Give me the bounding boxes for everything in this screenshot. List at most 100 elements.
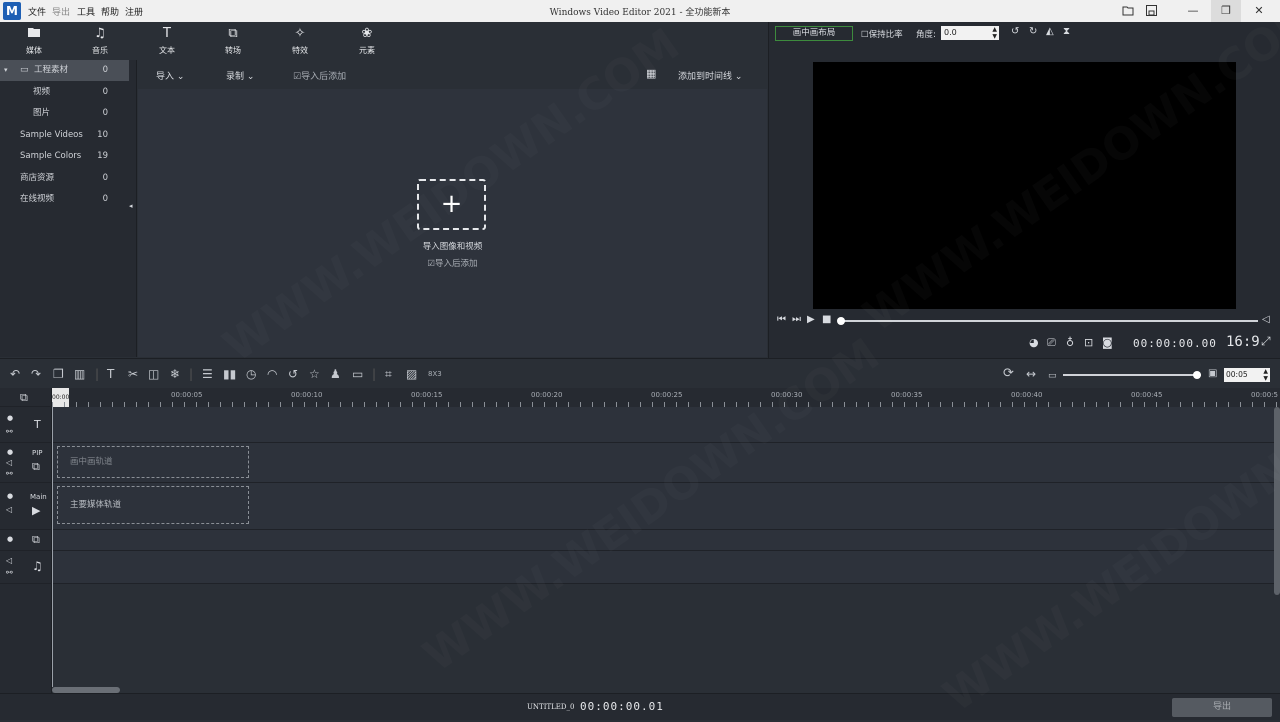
expand-arrow-icon[interactable]: ▾	[4, 60, 8, 81]
crop-icon[interactable]: ⌗	[385, 367, 392, 381]
main-track-placeholder[interactable]: 主要媒体轨道	[57, 486, 249, 524]
cut-icon[interactable]: ✂	[128, 367, 138, 381]
speaker-icon[interactable]: ◁	[6, 458, 12, 467]
speed-icon[interactable]: ◠	[267, 367, 277, 381]
undo-icon[interactable]: ↶	[10, 367, 20, 381]
tool-text[interactable]: T 文本	[145, 26, 189, 56]
tool-transition[interactable]: ⧉ 转场	[211, 26, 255, 56]
zoom-slider[interactable]	[1063, 371, 1201, 379]
step-forward-icon[interactable]: ⏭	[792, 314, 801, 325]
volume-icon[interactable]: ◁	[1262, 314, 1270, 325]
split-icon[interactable]: ◫	[148, 367, 159, 381]
tree-item-sample-videos[interactable]: Sample Videos 10	[0, 125, 129, 146]
eye-icon[interactable]: ●	[7, 535, 13, 543]
text-track[interactable]	[52, 407, 1274, 443]
vertical-scrollbar[interactable]	[1274, 407, 1280, 595]
delete-icon[interactable]: ▥	[74, 367, 85, 381]
speed-label[interactable]: 8X3	[428, 370, 442, 378]
save-icon[interactable]	[1136, 0, 1166, 22]
collapse-panel-icon[interactable]: ◂	[129, 202, 133, 210]
person-icon[interactable]: ♟	[330, 367, 341, 381]
overlay-track[interactable]	[52, 530, 1274, 551]
pip-layout-button[interactable]: 画中画布局	[775, 26, 853, 41]
tool-effects[interactable]: ✧ 特效	[278, 26, 322, 56]
menu-register[interactable]: 注册	[125, 5, 143, 18]
snapshot-icon[interactable]: ◙	[1102, 336, 1113, 349]
tree-item-project-media[interactable]: ▾ ▭ 工程素材 0	[0, 60, 129, 81]
add-to-timeline-dropdown[interactable]: 添加到时间线 ⌄	[678, 69, 742, 82]
star-icon[interactable]: ☆	[309, 367, 320, 381]
flip-vertical-icon[interactable]: ⧗	[1063, 26, 1070, 37]
mosaic-icon[interactable]: ▨	[406, 367, 417, 381]
grid-view-icon[interactable]: ▦	[646, 67, 656, 80]
rotate-right-icon[interactable]: ↻	[1029, 26, 1037, 37]
eye-icon[interactable]: ●	[7, 492, 13, 500]
add-after-import-checkbox-2[interactable]: ☑导入后添加	[138, 257, 767, 269]
screen-capture-icon[interactable]: ⊡	[1084, 336, 1093, 349]
tool-elements[interactable]: ❀ 元素	[345, 26, 389, 56]
close-icon[interactable]: ✕	[1244, 0, 1274, 22]
menu-tools[interactable]: 工具	[77, 5, 95, 18]
tool-music[interactable]: ♫ 音乐	[78, 26, 122, 56]
speaker-icon[interactable]: ◁	[6, 505, 12, 514]
freeze-icon[interactable]: ❄	[170, 367, 180, 381]
add-after-import-checkbox[interactable]: ☑导入后添加	[293, 69, 346, 82]
eye-icon[interactable]: ●	[7, 448, 13, 456]
clock-icon[interactable]: ◷	[246, 367, 256, 381]
flip-horizontal-icon[interactable]: ◭	[1046, 26, 1054, 37]
add-track-icon[interactable]: ⧉	[20, 391, 28, 405]
zoom-slider-handle[interactable]	[1193, 371, 1201, 379]
tree-item-sample-colors[interactable]: Sample Colors 19	[0, 146, 129, 167]
copy-icon[interactable]: ❐	[53, 367, 64, 381]
zoom-out-icon[interactable]: ▭	[1048, 369, 1057, 383]
link-icon[interactable]: ⚯	[6, 427, 13, 436]
palette-icon[interactable]: ◕	[1029, 336, 1039, 349]
stop-icon[interactable]: ■	[822, 314, 831, 325]
import-dropdown[interactable]: 导入 ⌄	[156, 69, 184, 82]
audio-track[interactable]	[52, 551, 1274, 584]
timeline-ruler[interactable]: 00:00 00:00:05 00:00:10 00:00:15 00:00:2…	[52, 388, 1280, 407]
audio-bars-icon[interactable]: ▮▮	[223, 367, 236, 381]
skip-start-icon[interactable]: ⏮	[777, 314, 786, 325]
main-track[interactable]: 主要媒体轨道	[52, 483, 1274, 530]
camera-record-icon[interactable]: ⎚	[1047, 336, 1056, 350]
rotate-left-icon[interactable]: ↺	[1011, 26, 1019, 37]
minimize-icon[interactable]: —	[1178, 0, 1208, 22]
tree-item-store-resources[interactable]: 商店资源 0	[0, 168, 129, 189]
add-media-button[interactable]: +	[417, 179, 486, 230]
playback-slider[interactable]	[837, 317, 1258, 325]
tool-media[interactable]: 媒体	[12, 26, 56, 56]
adjust-icon[interactable]: ☰	[202, 367, 213, 381]
eye-icon[interactable]: ●	[7, 414, 13, 422]
keep-ratio-checkbox[interactable]: ☐保持比率	[861, 28, 903, 40]
microphone-icon[interactable]: ♁	[1066, 336, 1074, 349]
frame-icon[interactable]: ▭	[352, 367, 363, 381]
reverse-icon[interactable]: ↺	[288, 367, 298, 381]
restore-icon[interactable]: ❐	[1211, 0, 1241, 22]
slider-handle[interactable]	[837, 317, 845, 325]
zoom-input[interactable]: 00:05 ▲ ▼	[1224, 368, 1270, 382]
link-icon[interactable]: ⚯	[6, 469, 13, 478]
fullscreen-icon[interactable]: ⤢	[1261, 334, 1271, 349]
fit-width-icon[interactable]: ↔	[1026, 367, 1036, 381]
link-icon[interactable]: ⚯	[6, 568, 13, 577]
playhead[interactable]	[52, 407, 53, 687]
speaker-icon[interactable]: ◁	[6, 556, 12, 565]
record-dropdown[interactable]: 录制 ⌄	[226, 69, 254, 82]
pip-track-placeholder[interactable]: 画中画轨道	[57, 446, 249, 478]
export-button[interactable]: 导出	[1172, 698, 1272, 717]
play-icon[interactable]: ▶	[807, 314, 815, 325]
tree-item-images[interactable]: 图片 0	[0, 103, 129, 124]
zoom-in-icon[interactable]: ▣	[1208, 367, 1217, 381]
redo-icon[interactable]: ↷	[31, 367, 41, 381]
spinner-icon[interactable]: ▲ ▼	[992, 26, 997, 40]
menu-export[interactable]: 导出	[52, 5, 70, 18]
pip-track[interactable]: 画中画轨道	[52, 443, 1274, 483]
angle-input[interactable]: 0.0 ▲ ▼	[941, 26, 999, 40]
text-tool-icon[interactable]: T	[107, 367, 114, 381]
menu-file[interactable]: 文件	[28, 5, 46, 18]
aspect-ratio[interactable]: 16:9	[1226, 334, 1260, 350]
spinner-icon[interactable]: ▲ ▼	[1263, 368, 1268, 382]
refresh-icon[interactable]: ⟳	[1003, 367, 1014, 381]
tree-item-video[interactable]: 视频 0	[0, 82, 129, 103]
